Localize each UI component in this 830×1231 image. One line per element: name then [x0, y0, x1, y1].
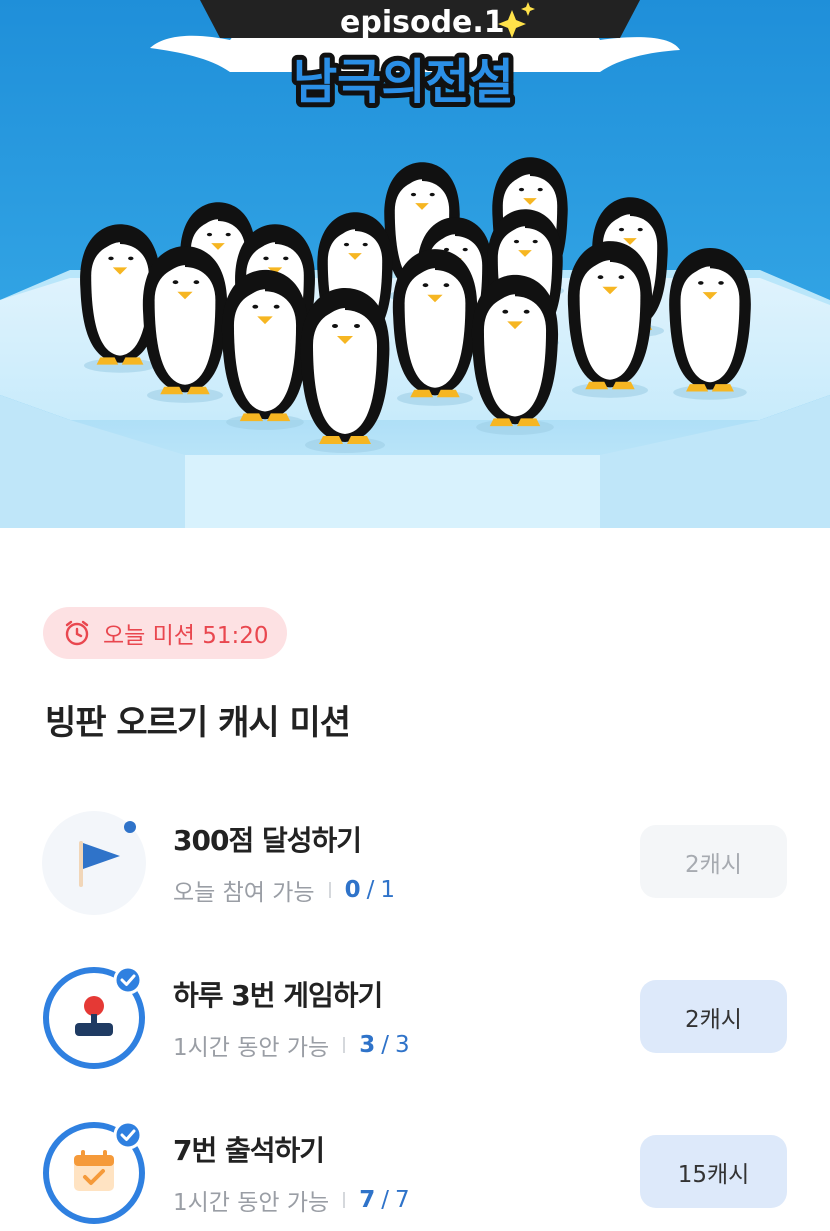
mission-availability: 1시간 동안 가능 [173, 1035, 330, 1061]
mission-timer-label: 오늘 미션 51:20 [103, 623, 269, 649]
reward-button[interactable]: 2캐시 [640, 980, 787, 1053]
alarm-clock-icon [65, 620, 89, 646]
mission-total-count: 3 [394, 1032, 410, 1058]
hero-title: 남극의전설 [293, 54, 514, 110]
mission-availability: 1시간 동안 가능 [173, 1190, 330, 1216]
episode-label: episode.1 [340, 5, 505, 40]
mission-item: 300점 달성하기 오늘 참여 가능 0 / 1 2캐시 [0, 811, 830, 921]
game-joystick-icon [42, 965, 146, 1070]
calendar-check-icon [42, 1120, 146, 1225]
mission-availability: 오늘 참여 가능 [173, 880, 315, 906]
mission-done-count: 0 [344, 877, 361, 903]
mission-title: 300점 달성하기 [173, 824, 362, 857]
progress-slash: / [366, 877, 375, 903]
divider [328, 882, 331, 898]
mission-done-count: 3 [359, 1032, 376, 1058]
progress-slash: / [381, 1032, 389, 1058]
mission-title: 7번 출석하기 [173, 1134, 325, 1167]
divider [343, 1192, 346, 1208]
reward-button[interactable]: 2캐시 [640, 825, 787, 898]
mission-total-count: 7 [394, 1187, 410, 1213]
mission-progress: 오늘 참여 가능 0 / 1 [173, 873, 395, 907]
mission-title: 하루 3번 게임하기 [173, 979, 383, 1012]
divider [343, 1037, 346, 1053]
mission-item: 7번 출석하기 1시간 동안 가능 7 / 7 15캐시 [0, 1120, 830, 1231]
mission-done-count: 7 [359, 1187, 376, 1213]
section-title: 빙판 오르기 캐시 미션 [45, 703, 351, 743]
mission-content: 오늘 미션 51:20 빙판 오르기 캐시 미션 300점 달성하기 오늘 참여… [0, 528, 830, 1230]
mission-timer-badge: 오늘 미션 51:20 [43, 607, 287, 659]
mission-total-count: 1 [380, 877, 395, 903]
mission-progress: 1시간 동안 가능 3 / 3 [173, 1028, 410, 1062]
hero-illustration: episode.1 남극의전설 남극의전설 [0, 0, 830, 528]
mission-item: 하루 3번 게임하기 1시간 동안 가능 3 / 3 2캐시 [0, 965, 830, 1076]
reward-button[interactable]: 15캐시 [640, 1135, 787, 1208]
mission-progress: 1시간 동안 가능 7 / 7 [173, 1183, 410, 1217]
progress-slash: / [381, 1187, 389, 1213]
hero-banner: episode.1 남극의전설 남극의전설 [0, 0, 830, 528]
flag-icon [42, 811, 146, 915]
